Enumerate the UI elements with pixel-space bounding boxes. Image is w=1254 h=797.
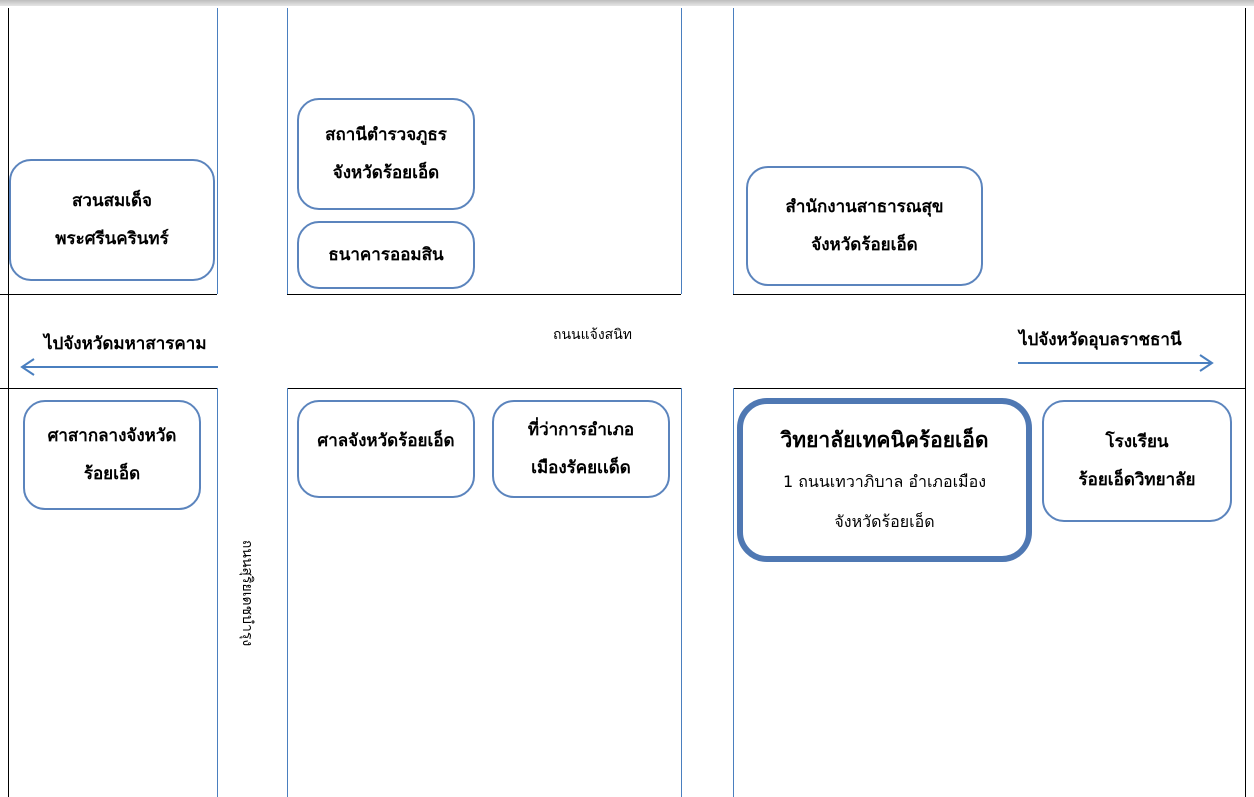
place-police-line2: จังหวัดร้อยเอ็ด — [332, 163, 440, 183]
place-park: สวนสมเด็จ พระศรีนครินทร์ — [9, 159, 215, 281]
block-edge-bottom — [733, 388, 734, 797]
place-bank: ธนาคารออมสิน — [297, 221, 475, 289]
block-divider-top — [681, 8, 682, 294]
side-road-east-edge-bottom — [287, 388, 288, 797]
place-park-line2: พระศรีนครินทร์ — [55, 229, 169, 249]
main-road-north-edge-mid — [287, 294, 681, 295]
side-road-label: ถนนสุริยเดชบำรุง — [239, 539, 256, 647]
place-hall-line1: ศาสากลางจังหวัด — [47, 426, 177, 446]
window-top-border — [0, 0, 1254, 6]
main-road-north-edge-left — [0, 294, 217, 295]
main-road-north-edge-right — [733, 294, 1245, 295]
side-road-west-edge-top — [217, 8, 218, 294]
place-health-line2: จังหวัดร้อยเอ็ด — [811, 235, 918, 255]
place-health-line1: สำนักงานสาธารณสุข — [785, 197, 944, 217]
place-school-line1: โรงเรียน — [1105, 432, 1169, 452]
side-road-east-edge-top — [287, 8, 288, 294]
place-technical-college: วิทยาลัยเทคนิคร้อยเอ็ด 1 ถนนเทวาภิบาล อำ… — [737, 398, 1032, 562]
direction-west-label: ไปจังหวัดมหาสารคาม — [44, 334, 207, 354]
side-road-west-edge-bottom — [217, 388, 218, 797]
place-police-station: สถานีตำรวจภูธร จังหวัดร้อยเอ็ด — [297, 98, 475, 210]
block-divider-bottom — [681, 388, 682, 797]
main-road-south-edge-mid — [287, 388, 681, 389]
place-health-office: สำนักงานสาธารณสุข จังหวัดร้อยเอ็ด — [746, 166, 983, 286]
place-school-line2: ร้อยเอ็ดวิทยาลัย — [1078, 470, 1196, 490]
arrow-east-icon — [1018, 354, 1214, 372]
block-edge-top — [733, 8, 734, 294]
place-district-office: ที่ว่าการอำเภอ เมืองรัคยเเด็ด — [492, 400, 670, 498]
place-bank-line1: ธนาคารออมสิน — [328, 245, 444, 265]
college-address-line2: จังหวัดร้อยเอ็ด — [834, 512, 935, 531]
arrow-west-icon — [20, 358, 218, 376]
place-hall-line2: ร้อยเอ็ด — [83, 464, 141, 484]
college-name: วิทยาลัยเทคนิคร้อยเอ็ด — [780, 428, 989, 452]
place-court: ศาลจังหวัดร้อยเอ็ด — [297, 400, 475, 498]
place-district-line2: เมืองรัคยเเด็ด — [531, 458, 631, 478]
college-address-line1: 1 ถนนเทวาภิบาล อำเภอเมือง — [782, 472, 987, 491]
place-court-line1: ศาลจังหวัดร้อยเอ็ด — [317, 431, 455, 451]
place-park-line1: สวนสมเด็จ — [72, 191, 152, 211]
place-district-line1: ที่ว่าการอำเภอ — [527, 420, 635, 440]
map-left-border — [8, 8, 9, 797]
map-right-border — [1245, 8, 1246, 797]
main-road-label: ถนนแจ้งสนิท — [553, 327, 633, 343]
place-provincial-hall: ศาสากลางจังหวัด ร้อยเอ็ด — [23, 400, 201, 510]
direction-east-label: ไปจังหวัดอุบลราชธานี — [1019, 330, 1182, 350]
place-school: โรงเรียน ร้อยเอ็ดวิทยาลัย — [1042, 400, 1232, 522]
main-road-south-edge-right — [733, 388, 1245, 389]
place-police-line1: สถานีตำรวจภูธร — [325, 125, 447, 145]
main-road-south-edge-left — [0, 388, 217, 389]
location-map: สวนสมเด็จ พระศรีนครินทร์ สถานีตำรวจภูธร … — [0, 0, 1254, 797]
